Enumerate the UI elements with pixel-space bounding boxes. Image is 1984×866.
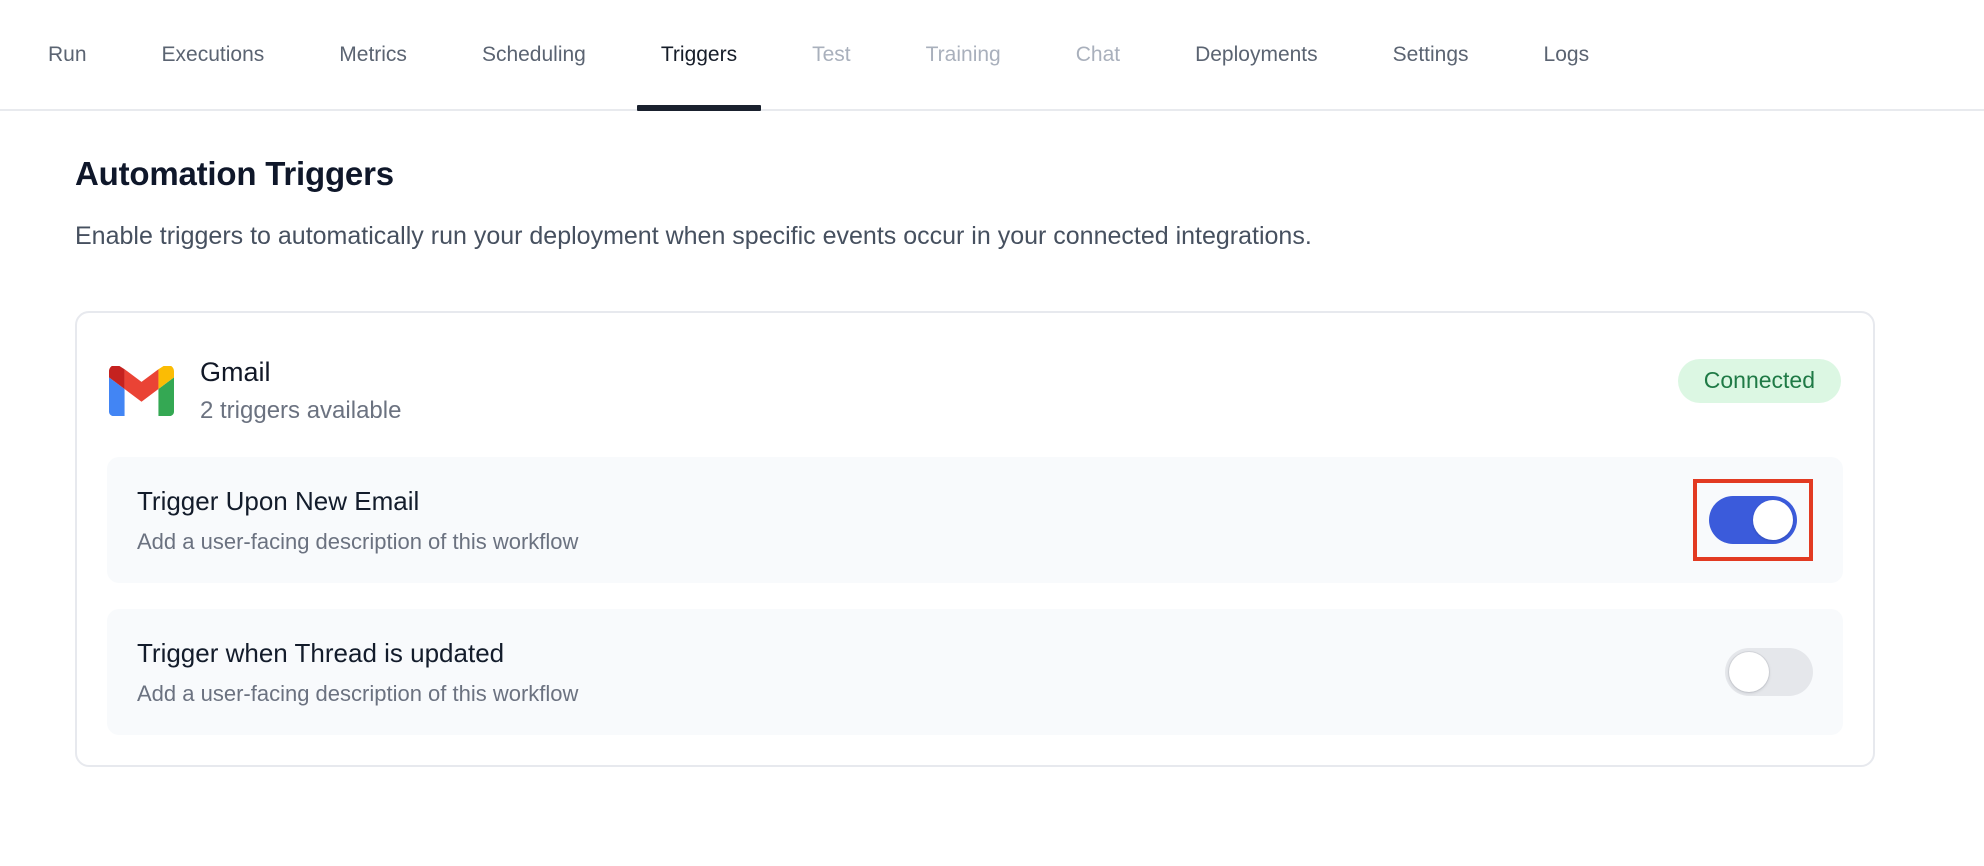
trigger-text: Trigger Upon New Email Add a user-facing… bbox=[137, 486, 578, 555]
tab-metrics[interactable]: Metrics bbox=[339, 0, 407, 109]
trigger-row-thread-updated: Trigger when Thread is updated Add a use… bbox=[107, 609, 1843, 735]
toggle-knob bbox=[1729, 652, 1769, 692]
toggle-knob bbox=[1753, 500, 1793, 540]
tab-bar: Run Executions Metrics Scheduling Triggers Te… bbox=[0, 0, 1984, 111]
gmail-icon bbox=[109, 366, 174, 416]
integration-subtitle: 2 triggers available bbox=[200, 397, 401, 425]
tab-logs[interactable]: Logs bbox=[1544, 0, 1590, 109]
integration-card-header: Gmail 2 triggers available Connected bbox=[107, 343, 1843, 431]
page-description: Enable triggers to automatically run you… bbox=[75, 219, 1909, 253]
tab-run[interactable]: Run bbox=[48, 0, 87, 109]
tab-training[interactable]: Training bbox=[926, 0, 1001, 109]
integration-card: Gmail 2 triggers available Connected Tri… bbox=[75, 311, 1875, 767]
tab-triggers[interactable]: Triggers bbox=[661, 0, 737, 109]
trigger-description: Add a user-facing description of this wo… bbox=[137, 681, 578, 707]
trigger-title: Trigger when Thread is updated bbox=[137, 638, 578, 669]
trigger-toggle-new-email[interactable] bbox=[1709, 496, 1797, 544]
tab-settings[interactable]: Settings bbox=[1393, 0, 1469, 109]
trigger-toggle-thread-updated[interactable] bbox=[1725, 648, 1813, 696]
integration-header: Gmail 2 triggers available bbox=[109, 357, 401, 425]
tab-deployments[interactable]: Deployments bbox=[1195, 0, 1318, 109]
tab-chat[interactable]: Chat bbox=[1076, 0, 1120, 109]
status-badge: Connected bbox=[1678, 359, 1841, 403]
tab-test[interactable]: Test bbox=[812, 0, 851, 109]
triggers-page: Run Executions Metrics Scheduling Triggers Te… bbox=[0, 0, 1984, 866]
integration-text: Gmail 2 triggers available bbox=[200, 357, 401, 425]
page-title: Automation Triggers bbox=[75, 155, 1909, 193]
integration-name: Gmail bbox=[200, 357, 401, 388]
trigger-title: Trigger Upon New Email bbox=[137, 486, 578, 517]
trigger-text: Trigger when Thread is updated Add a use… bbox=[137, 638, 578, 707]
tab-executions[interactable]: Executions bbox=[162, 0, 265, 109]
tab-scheduling[interactable]: Scheduling bbox=[482, 0, 586, 109]
trigger-row-new-email: Trigger Upon New Email Add a user-facing… bbox=[107, 457, 1843, 583]
annotation-highlight bbox=[1693, 479, 1813, 561]
main-content: Automation Triggers Enable triggers to a… bbox=[0, 155, 1984, 767]
trigger-description: Add a user-facing description of this wo… bbox=[137, 529, 578, 555]
